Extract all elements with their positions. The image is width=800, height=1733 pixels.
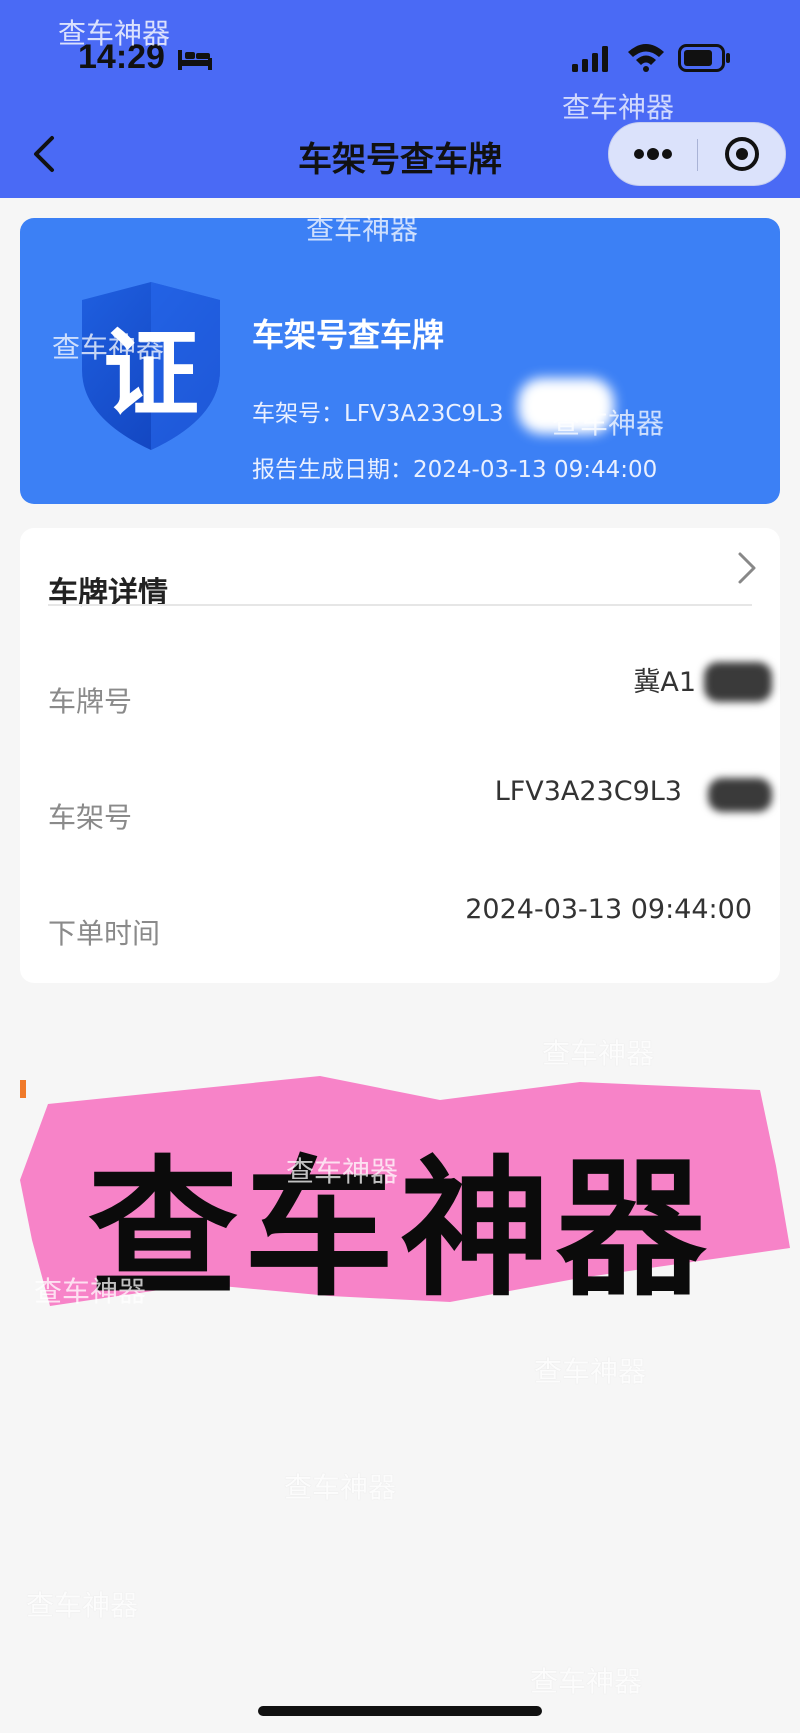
order-time-value: 2024-03-13 09:44:00: [465, 894, 752, 925]
home-indicator: [258, 1706, 542, 1716]
order-time-label: 下单时间: [48, 917, 161, 950]
report-date-label: 报告生成日期：: [252, 457, 413, 483]
report-title: 车架号查车牌: [252, 316, 445, 354]
detail-title-divider: [48, 604, 752, 606]
vin-value: LFV3A23C9L3: [494, 776, 682, 807]
watermark: 查车神器: [530, 1665, 643, 1698]
target-close-icon: [725, 137, 759, 171]
more-button[interactable]: [609, 123, 697, 185]
watermark: 查车神器: [306, 213, 419, 246]
battery-icon: [678, 44, 730, 72]
report-date: 报告生成日期：2024-03-13 09:44:00: [252, 450, 657, 484]
chevron-right-icon[interactable]: [732, 548, 762, 588]
more-dots-icon: [634, 148, 672, 160]
watermark: 查车神器: [284, 1471, 397, 1504]
signal-icon: [572, 46, 608, 72]
plate-number-value: 冀A1: [633, 667, 696, 698]
sleep-focus-icon: [178, 50, 212, 70]
report-vin: 车架号：LFV3A23C9L3: [252, 394, 504, 428]
watermark: 查车神器: [552, 407, 665, 440]
wifi-icon: [628, 44, 664, 72]
report-date-value: 2024-03-13 09:44:00: [413, 457, 658, 483]
watermark: 查车神器: [562, 91, 675, 124]
report-vin-value: LFV3A23C9L3: [344, 401, 504, 427]
plate-number-label: 车牌号: [48, 685, 133, 718]
watermark: 查车神器: [52, 331, 165, 364]
plate-detail-card[interactable]: 车牌详情 车牌号 冀A1 车架号 LFV3A23C9L3 下单时间 2024-0…: [20, 528, 780, 983]
watermark: 查车神器: [534, 1355, 647, 1388]
close-mini-program-button[interactable]: [698, 123, 786, 185]
redaction-blur: [708, 778, 772, 812]
watermark: 查车神器: [542, 1037, 655, 1070]
redaction-blur: [704, 662, 772, 702]
watermark: 查车神器: [286, 1155, 399, 1188]
watermark: 查车神器: [26, 1589, 139, 1622]
watermark: 查车神器: [34, 1275, 147, 1308]
watermark: 查车神器: [58, 17, 171, 50]
vin-label: 车架号: [48, 801, 133, 834]
report-vin-label: 车架号：: [252, 401, 344, 427]
mini-program-capsule: [608, 122, 786, 186]
